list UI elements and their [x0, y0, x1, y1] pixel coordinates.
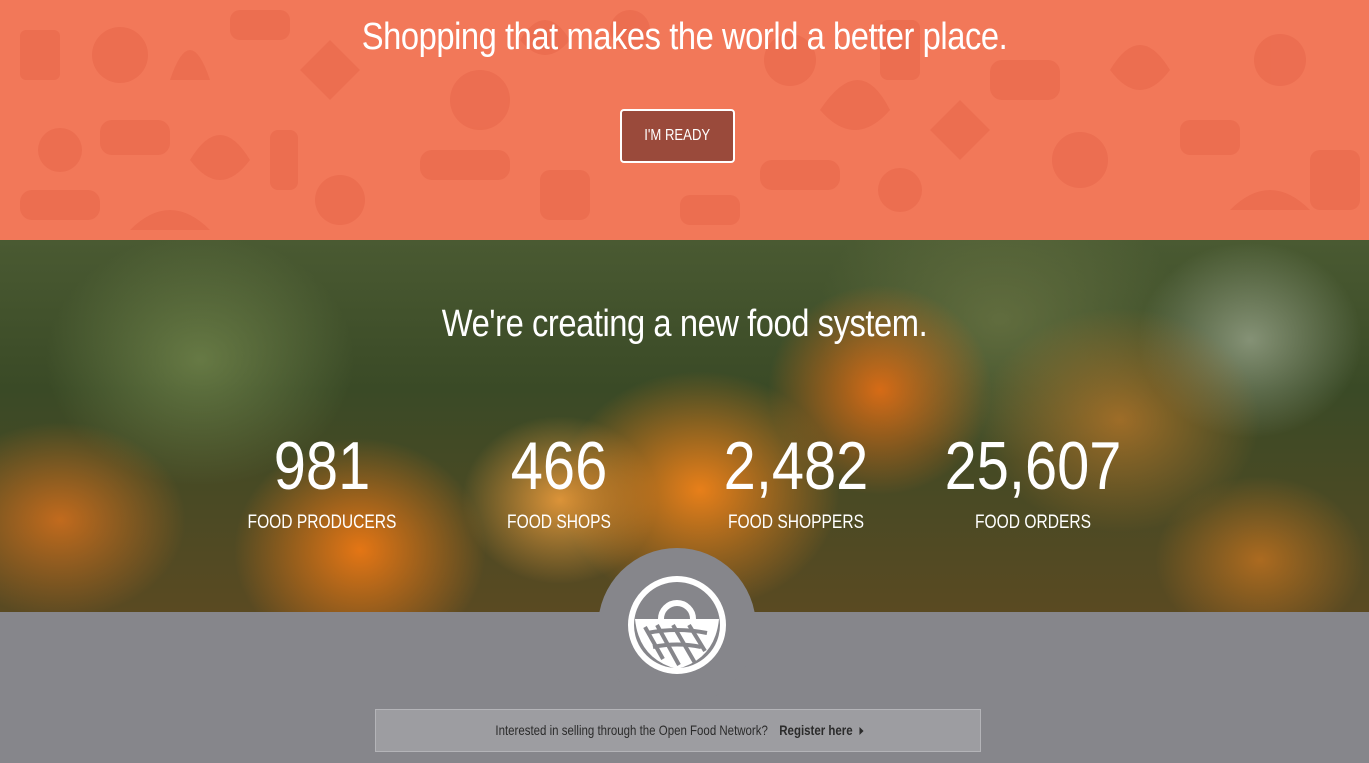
stat-food-producers: 981 FOOD PRODUCERS: [202, 430, 442, 534]
stat-food-orders: 25,607 FOOD ORDERS: [913, 430, 1153, 534]
im-ready-label: I'M READY: [644, 127, 711, 144]
hero-section: Shopping that makes the world a better p…: [0, 0, 1369, 240]
stat-number: 2,482: [723, 428, 869, 504]
register-here-link[interactable]: Register here: [779, 722, 863, 738]
stat-label: FOOD PRODUCERS: [247, 512, 397, 533]
basket-icon: [628, 576, 726, 674]
stats-title: We're creating a new food system.: [441, 303, 928, 345]
hero-title: Shopping that makes the world a better p…: [361, 16, 1008, 58]
caret-right-icon: [858, 727, 863, 736]
im-ready-button[interactable]: I'M READY: [620, 109, 735, 163]
stat-label: FOOD SHOPS: [507, 512, 611, 533]
stat-number: 981: [273, 428, 371, 504]
register-bar: Interested in selling through the Open F…: [375, 709, 981, 752]
stat-food-shoppers: 2,482 FOOD SHOPPERS: [676, 430, 916, 534]
register-link-label: Register here: [778, 722, 853, 738]
stat-label: FOOD ORDERS: [974, 512, 1091, 533]
stat-number: 466: [510, 428, 608, 504]
logo-badge: [598, 548, 756, 706]
register-prompt: Interested in selling through the Open F…: [495, 722, 768, 738]
stat-label: FOOD SHOPPERS: [728, 512, 864, 533]
stat-number: 25,607: [944, 428, 1122, 504]
stat-food-shops: 466 FOOD SHOPS: [439, 430, 679, 534]
